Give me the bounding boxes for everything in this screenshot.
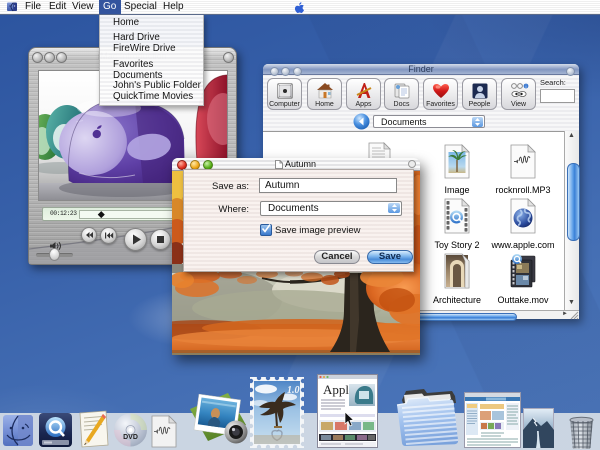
svg-text:DVD: DVD (123, 434, 138, 441)
svg-text:i: i (525, 84, 526, 89)
svg-text:1.0: 1.0 (287, 385, 300, 396)
